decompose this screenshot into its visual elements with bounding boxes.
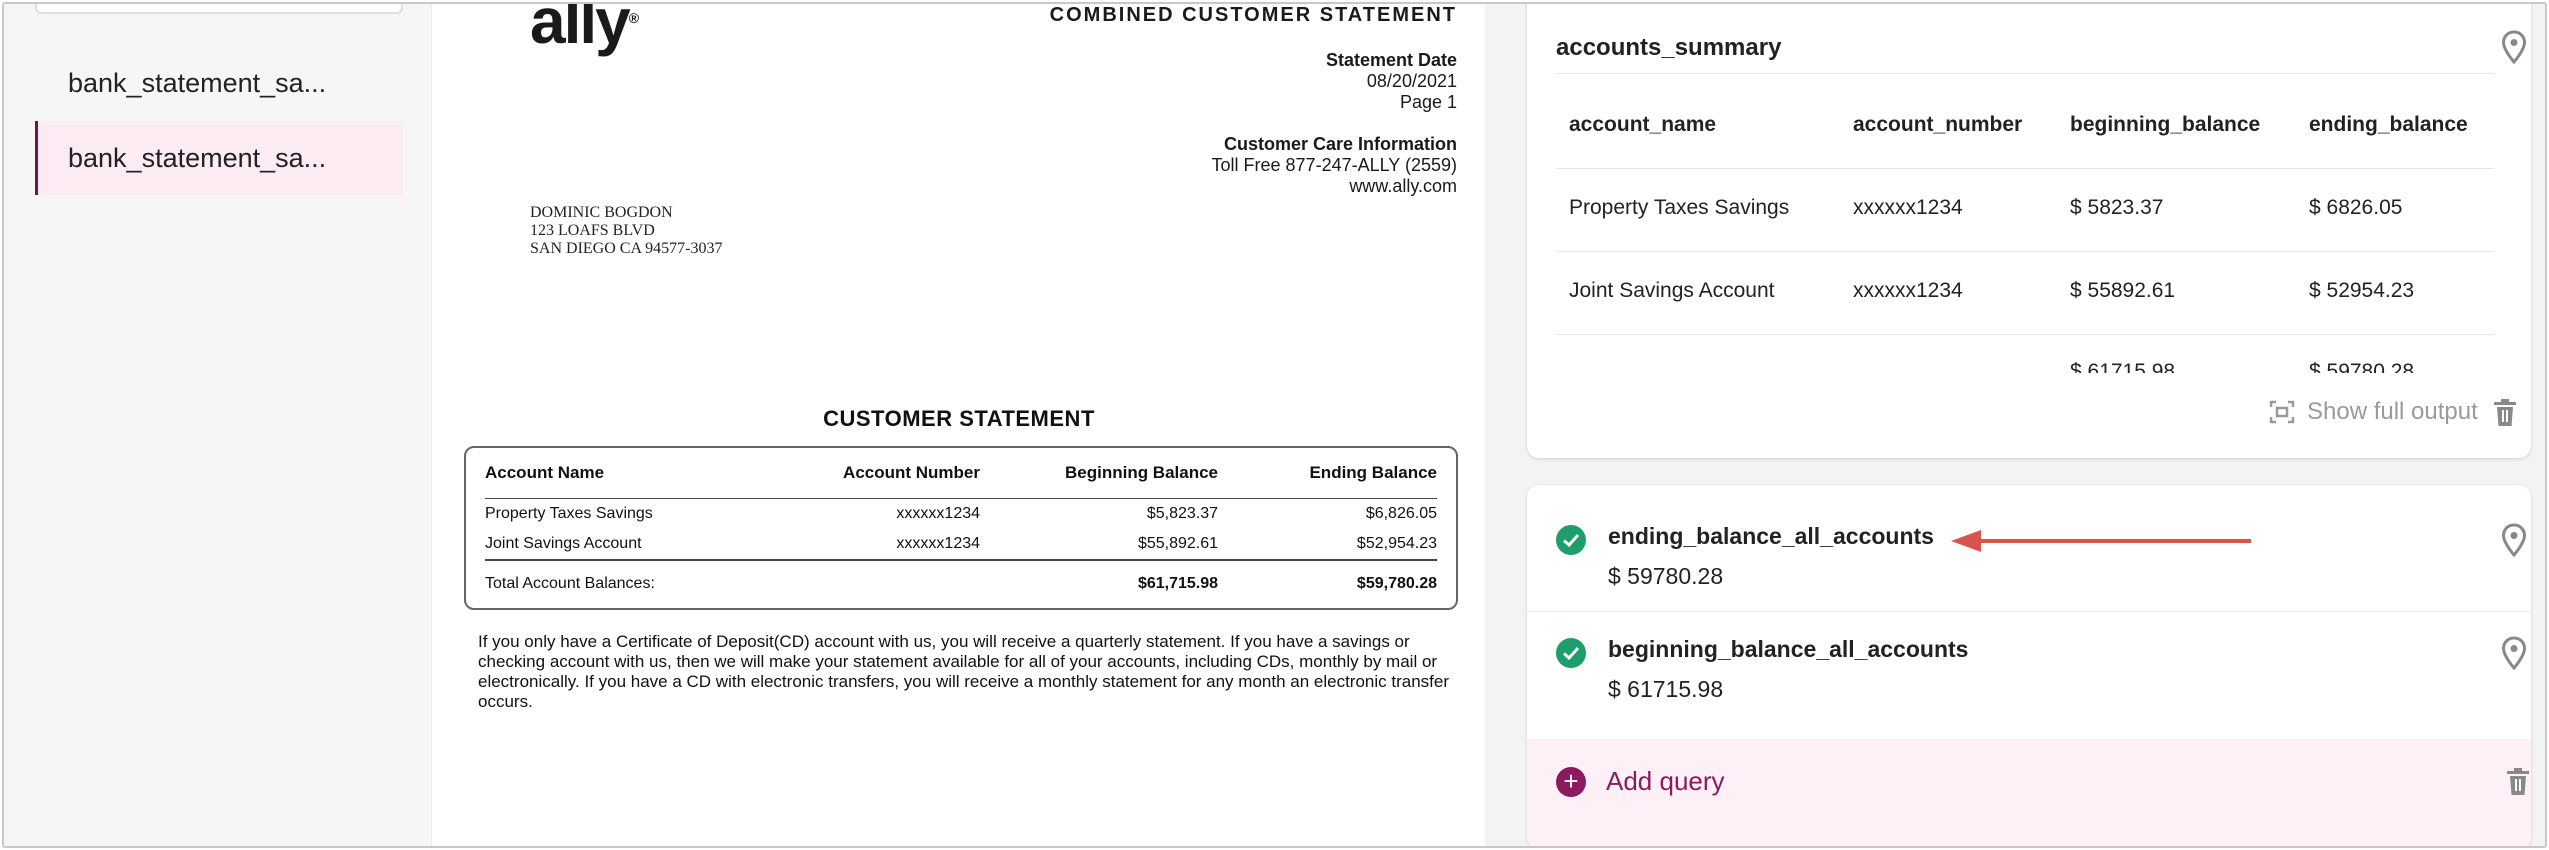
location-pin-icon[interactable] bbox=[2501, 523, 2527, 557]
file-sidebar: bank_statement_sa... bank_statement_sa..… bbox=[4, 4, 432, 846]
page-number: Page 1 bbox=[1399, 92, 1457, 112]
sidebar-file-item-active[interactable]: bank_statement_sa... bbox=[35, 121, 403, 195]
annotation-arrow-icon bbox=[1951, 530, 2251, 552]
table-cell: $ 59780.28 bbox=[2309, 360, 2415, 373]
col-account-name: Account Name bbox=[485, 448, 790, 499]
table-cell: $ 55892.61 bbox=[2070, 279, 2176, 302]
col-account-number: Account Number bbox=[789, 448, 981, 499]
expand-icon bbox=[2269, 400, 2295, 424]
table-cell: $ 5823.37 bbox=[2070, 196, 2164, 219]
statement-date: 08/20/2021 bbox=[1366, 71, 1457, 91]
sidebar-file-item[interactable]: bank_statement_sa... bbox=[35, 46, 403, 120]
statement-header-title: COMBINED CUSTOMER STATEMENT bbox=[1049, 4, 1457, 26]
account-balance-table-box: Account Name Account Number Beginning Ba… bbox=[464, 446, 1458, 610]
add-query-button[interactable]: Add query bbox=[1606, 766, 1725, 797]
customer-statement-title: CUSTOMER STATEMENT bbox=[823, 406, 1095, 431]
query-value: $ 61715.98 bbox=[1608, 676, 1724, 702]
statement-disclaimer: If you only have a Certificate of Deposi… bbox=[478, 632, 1450, 711]
col-account-number: account_number bbox=[1853, 113, 2023, 136]
col-ending-balance: ending_balance bbox=[2309, 113, 2468, 136]
show-full-output-button[interactable]: Show full output bbox=[2269, 398, 2478, 426]
results-panel: accounts_summary account_name account_nu… bbox=[1485, 4, 2545, 846]
add-query-row[interactable]: + Add query bbox=[1527, 739, 2531, 846]
customer-care-block: Customer Care Information Toll Free 877-… bbox=[1211, 134, 1457, 196]
table-cell: $ 6826.05 bbox=[2309, 196, 2403, 219]
app-window: bank_statement_sa... bank_statement_sa..… bbox=[2, 2, 2547, 848]
col-ending-balance: Ending Balance bbox=[1218, 448, 1437, 499]
query-name: beginning_balance_all_accounts bbox=[1608, 636, 1969, 662]
plus-icon: + bbox=[1556, 767, 1586, 797]
location-pin-icon[interactable] bbox=[2501, 636, 2527, 670]
table-cell: xxxxxx1234 bbox=[1853, 196, 1963, 219]
summary-title: accounts_summary bbox=[1556, 34, 1782, 61]
table-cell: xxxxxx1234 bbox=[1853, 279, 1963, 302]
sidebar-search-input[interactable] bbox=[35, 4, 403, 14]
statement-date-block: Statement Date 08/20/2021 Page 1 bbox=[1325, 50, 1457, 112]
table-cell: Property Taxes Savings bbox=[1569, 196, 1790, 219]
table-cell: Joint Savings Account bbox=[1569, 279, 1775, 302]
table-row: Joint Savings Account xxxxxx1234 $55,892… bbox=[485, 535, 1437, 552]
col-beginning-balance: beginning_balance bbox=[2070, 113, 2261, 136]
website-text: www.ally.com bbox=[1349, 176, 1457, 196]
location-pin-icon[interactable] bbox=[2501, 30, 2527, 64]
delete-trash-icon[interactable] bbox=[2492, 398, 2518, 428]
query-name: ending_balance_all_accounts bbox=[1608, 523, 1934, 549]
query-item[interactable]: beginning_balance_all_accounts $ 61715.9… bbox=[1527, 612, 2531, 739]
customer-address: DOMINIC BOGDON 123 LOAFS BLVD SAN DIEGO … bbox=[530, 204, 723, 257]
account-balance-table: Account Name Account Number Beginning Ba… bbox=[485, 448, 1437, 607]
toll-free-number: Toll Free 877-247-ALLY (2559) bbox=[1211, 155, 1457, 175]
table-total-row: Total Account Balances: $61,715.98 $59,7… bbox=[485, 559, 1437, 607]
table-cell: $ 61715.98 bbox=[2070, 360, 2176, 373]
side-code-text: 000000000 bbox=[433, 136, 434, 186]
table-cell: $ 52954.23 bbox=[2309, 279, 2415, 302]
delete-trash-icon[interactable] bbox=[2505, 767, 2531, 797]
check-icon bbox=[1556, 525, 1586, 555]
summary-result-table: account_name account_number beginning_ba… bbox=[1556, 73, 2494, 373]
check-icon bbox=[1556, 638, 1586, 668]
table-row: Property Taxes Savings xxxxxx1234 $5,823… bbox=[485, 504, 1437, 522]
accounts-summary-card: accounts_summary account_name account_nu… bbox=[1527, 4, 2531, 458]
col-account-name: account_name bbox=[1569, 113, 1717, 136]
document-viewer[interactable]: ally® COMBINED CUSTOMER STATEMENT Statem… bbox=[433, 4, 1485, 846]
ally-logo: ally® bbox=[530, 4, 640, 57]
query-value: $ 59780.28 bbox=[1608, 563, 1724, 589]
col-beginning-balance: Beginning Balance bbox=[980, 448, 1219, 499]
